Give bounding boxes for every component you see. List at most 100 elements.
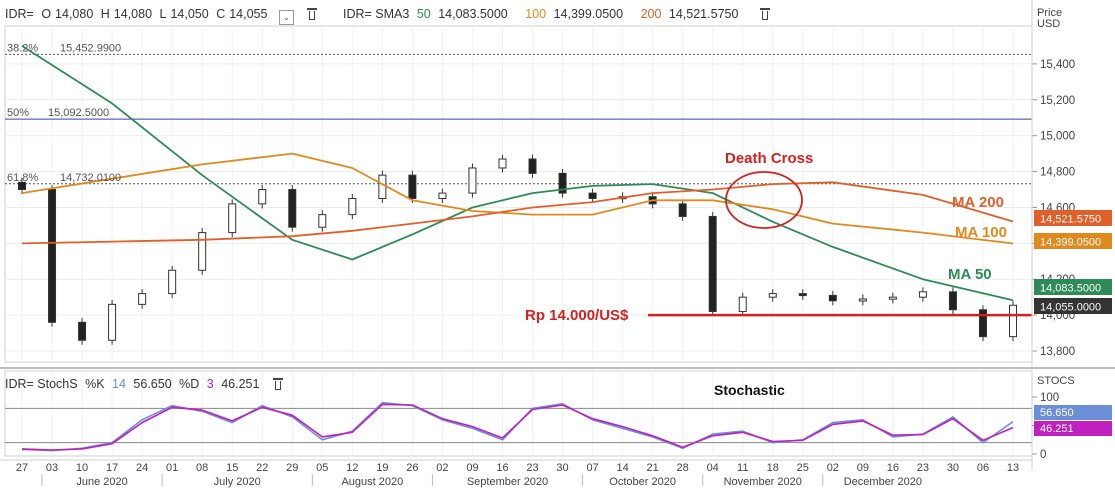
stoch-label: IDR= StochS xyxy=(5,377,78,391)
x-day-label: 27 xyxy=(16,462,28,474)
candle-body[interactable] xyxy=(948,291,957,311)
x-day-label: 10 xyxy=(76,462,88,474)
stochastic-panel[interactable] xyxy=(21,401,1014,452)
stoch-d-period: 3 xyxy=(206,377,214,391)
x-day-label: 09 xyxy=(466,462,478,474)
candle-body[interactable] xyxy=(258,189,267,205)
close-value: 14,055 xyxy=(229,7,268,21)
trash-icon[interactable] xyxy=(307,8,318,20)
x-day-label: 25 xyxy=(797,462,809,474)
trash-icon[interactable] xyxy=(272,378,283,390)
candle-body[interactable] xyxy=(768,293,777,298)
x-day-label: 03 xyxy=(46,462,58,474)
stoch-tick-label: 0 xyxy=(1040,449,1046,461)
candle-body[interactable] xyxy=(528,158,537,174)
last-value-text: 14,521.5750 xyxy=(1040,214,1101,226)
x-day-label: 28 xyxy=(677,462,689,474)
candle-body[interactable] xyxy=(378,174,387,199)
x-day-label: 22 xyxy=(256,462,268,474)
x-month-label: November 2020 xyxy=(724,476,802,488)
stoch-k-period: 14 xyxy=(112,377,126,391)
ma100-label: MA 100 xyxy=(955,224,1007,241)
trash-icon[interactable] xyxy=(759,8,770,20)
x-day-label: 21 xyxy=(647,462,659,474)
x-day-label: 04 xyxy=(707,462,719,474)
low-value: 14,050 xyxy=(170,7,209,21)
x-day-label: 24 xyxy=(136,462,148,474)
candle-body[interactable] xyxy=(138,293,147,305)
chevron-down-icon[interactable]: ⌄ xyxy=(278,10,294,25)
candle-body[interactable] xyxy=(228,203,237,234)
candle-body[interactable] xyxy=(108,303,117,341)
price-panel[interactable] xyxy=(5,45,1032,345)
x-month-label: July 2020 xyxy=(214,476,261,488)
x-day-label: 07 xyxy=(586,462,598,474)
open-value: 14,080 xyxy=(55,7,94,21)
candle-body[interactable] xyxy=(468,167,477,194)
candle-body[interactable] xyxy=(738,296,747,313)
chart-labels: 38.2% 15,452.9900 50% 15,092.5000 61.8% 14,73… xyxy=(7,42,1007,398)
sma200-value: 14,521.5750 xyxy=(668,7,739,21)
candle-body[interactable] xyxy=(1009,304,1017,338)
stoch-d-value: 46.251 xyxy=(221,377,260,391)
x-day-label: 05 xyxy=(316,462,328,474)
candle-body[interactable] xyxy=(678,203,687,217)
x-day-label: 26 xyxy=(406,462,418,474)
stoch-tick-label: 100 xyxy=(1040,392,1059,404)
sma200-period: 200 xyxy=(640,7,662,21)
ma-line-50[interactable] xyxy=(21,45,1014,302)
last-value-text: 14,055.0000 xyxy=(1040,302,1101,314)
candle-body[interactable] xyxy=(168,269,177,295)
candle-body[interactable] xyxy=(318,214,327,228)
stoch-k-tag-text: 56.650 xyxy=(1040,407,1074,419)
x-day-label: 01 xyxy=(166,462,178,474)
candle-body[interactable] xyxy=(858,298,867,302)
death-cross-label: Death Cross xyxy=(725,150,813,167)
x-day-label: 13 xyxy=(1007,462,1019,474)
candle-body[interactable] xyxy=(588,192,597,199)
x-day-label: 23 xyxy=(917,462,929,474)
sma-header: IDR= SMA3 50 14,083.5000 100 14,399.0500… xyxy=(343,7,774,21)
stoch-k-line[interactable] xyxy=(21,401,1014,452)
stoch-k-value: 56.650 xyxy=(133,377,172,391)
fib-level-label: 50% xyxy=(7,107,29,119)
candle-body[interactable] xyxy=(438,192,447,199)
price-axis-unit: USD xyxy=(1037,18,1060,30)
candle-body[interactable] xyxy=(798,293,807,297)
support-label: Rp 14.000/US$ xyxy=(525,307,629,324)
candle-body[interactable] xyxy=(408,174,417,199)
sma50-period: 50 xyxy=(416,7,431,21)
candle-body[interactable] xyxy=(48,189,57,323)
stoch-axis-title: STOCS xyxy=(1037,375,1075,387)
candle-body[interactable] xyxy=(828,294,837,302)
stoch-d-label: %D xyxy=(179,377,200,391)
x-day-label: 16 xyxy=(496,462,508,474)
x-day-label: 23 xyxy=(526,462,538,474)
x-month-label: December 2020 xyxy=(844,476,922,488)
sma-label: IDR= SMA3 xyxy=(343,7,410,21)
symbol-label: IDR= xyxy=(5,7,34,21)
candle-body[interactable] xyxy=(708,215,717,313)
fib-level-label: 61.8% xyxy=(7,172,38,184)
axes: 13,80014,00014,20014,40014,60014,80015,0… xyxy=(0,0,1112,488)
chart-canvas: 13,80014,00014,20014,40014,60014,80015,0… xyxy=(0,0,1115,488)
x-day-label: 02 xyxy=(436,462,448,474)
last-value-text: 14,083.5000 xyxy=(1040,283,1101,295)
stoch-d-line[interactable] xyxy=(21,403,1014,451)
candle-body[interactable] xyxy=(888,296,897,300)
fib-level-value: 14,732.0100 xyxy=(60,172,121,184)
candle-body[interactable] xyxy=(498,158,507,169)
candle-body[interactable] xyxy=(918,291,927,298)
candle-body[interactable] xyxy=(78,321,87,341)
x-month-label: September 2020 xyxy=(467,476,548,488)
x-day-label: 02 xyxy=(827,462,839,474)
candle-body[interactable] xyxy=(978,309,987,338)
x-month-label: August 2020 xyxy=(341,476,403,488)
ma-line-100[interactable] xyxy=(21,152,1014,245)
candle-body[interactable] xyxy=(198,232,207,271)
candle-body[interactable] xyxy=(348,197,357,216)
sma100-period: 100 xyxy=(525,7,547,21)
candle-body[interactable] xyxy=(288,189,297,228)
price-tick-label: 14,800 xyxy=(1040,167,1075,179)
death-cross-ellipse xyxy=(725,171,803,229)
